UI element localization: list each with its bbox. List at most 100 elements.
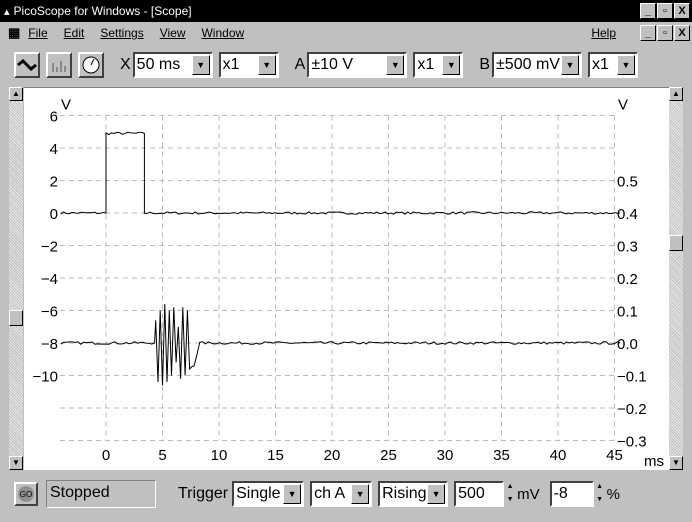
delay-input[interactable]: -8	[549, 481, 594, 507]
scroll-down-icon[interactable]: ▼	[669, 456, 683, 470]
scroll-thumb[interactable]	[9, 310, 23, 326]
menu-edit[interactable]: Edit	[64, 26, 85, 40]
minimize-button[interactable]: _	[640, 3, 656, 19]
app-icon: ▴	[4, 5, 10, 18]
y-left-tick-label: 6	[50, 109, 58, 126]
go-label: GO	[18, 486, 34, 502]
y-left-unit: V	[61, 97, 71, 114]
chevron-down-icon[interactable]: ▼	[442, 55, 461, 75]
menu-settings[interactable]: Settings	[100, 26, 143, 40]
spin-down-icon[interactable]: ▼	[505, 494, 516, 507]
go-button[interactable]: GO	[14, 482, 38, 506]
delay-spinner[interactable]: ▲ ▼	[594, 481, 605, 507]
scroll-up-icon[interactable]: ▲	[9, 87, 23, 101]
channel-a-offset-scrollbar[interactable]: ▲ ▼	[9, 87, 23, 470]
delay-value: -8	[553, 485, 568, 502]
doc-restore-button[interactable]: ▫	[657, 25, 673, 41]
y-right-tick-label: 0.3	[617, 239, 638, 256]
channel-a-multiplier-value: x1	[417, 56, 435, 73]
chevron-down-icon[interactable]: ▼	[351, 484, 370, 504]
y-right-unit: V	[618, 97, 628, 114]
channel-b-range-value: ±500 mV	[496, 56, 560, 73]
threshold-spinner[interactable]: ▲ ▼	[505, 481, 516, 507]
y-left-tick-label: −6	[41, 304, 58, 321]
channel-a-multiplier-select[interactable]: x1 ▼	[413, 52, 464, 78]
waveform-icon	[17, 58, 37, 72]
y-left-tick-label: −8	[41, 336, 58, 353]
menu-file[interactable]: File	[28, 26, 47, 40]
scroll-down-icon[interactable]: ▼	[9, 456, 23, 470]
y-left-tick-label: 4	[50, 141, 58, 158]
menu-bar: ▦ File Edit Settings View Window Help _ …	[0, 22, 692, 44]
x-tick-label: 15	[267, 447, 284, 464]
y-left-tick-label: −4	[41, 271, 58, 288]
x-tick-label: 20	[324, 447, 341, 464]
delay-unit: %	[606, 485, 620, 503]
scroll-thumb[interactable]	[669, 235, 683, 251]
spectrum-icon	[52, 61, 66, 72]
status-text: Stopped	[46, 480, 156, 508]
trigger-channel-value: ch A	[314, 485, 346, 502]
maximize-button[interactable]: ▫	[657, 3, 673, 19]
channel-a-range-select[interactable]: ±10 V ▼	[307, 52, 408, 78]
threshold-input[interactable]: 500	[454, 481, 505, 507]
spin-down-icon[interactable]: ▼	[594, 494, 605, 507]
y-left-tick-label: −10	[33, 369, 58, 386]
x-tick-label: 30	[437, 447, 454, 464]
menu-help[interactable]: Help	[591, 26, 616, 40]
scope-plot: 0 5 10 15 20 25 30 35 40 45 ms6420−2−4−6−8−10V V0.5…	[33, 97, 664, 471]
x-tick-label: 5	[158, 447, 166, 464]
chevron-down-icon[interactable]: ▼	[257, 55, 276, 75]
spin-up-icon[interactable]: ▲	[594, 481, 605, 494]
channel-b-multiplier-select[interactable]: x1 ▼	[588, 52, 639, 78]
x-tick-label: 40	[550, 447, 567, 464]
spin-up-icon[interactable]: ▲	[505, 481, 516, 494]
trigger-mode-select[interactable]: Single ▼	[232, 481, 305, 507]
chevron-down-icon[interactable]: ▼	[561, 55, 580, 75]
close-button[interactable]: X	[674, 3, 690, 19]
channel-b-multiplier-value: x1	[592, 56, 609, 73]
y-right-tick-label: −0.3	[617, 434, 647, 451]
channel-b-label: B	[479, 56, 491, 73]
threshold-value: 500	[458, 485, 485, 502]
x-multiplier-select[interactable]: x1 ▼	[218, 52, 279, 78]
chevron-down-icon[interactable]: ▼	[617, 55, 636, 75]
chevron-down-icon[interactable]: ▼	[283, 484, 302, 504]
chevron-down-icon[interactable]: ▼	[427, 484, 446, 504]
menu-window[interactable]: Window	[201, 26, 244, 40]
trigger-channel-select[interactable]: ch A ▼	[310, 481, 373, 507]
spectrum-mode-button[interactable]	[46, 52, 72, 78]
chevron-down-icon[interactable]: ▼	[191, 55, 210, 75]
scope-view: 0 5 10 15 20 25 30 35 40 45 ms 6 4 2 0 −2 −4 −6 −8 −10 V V 0.5…	[24, 87, 669, 470]
doc-minimize-button[interactable]: _	[640, 25, 656, 41]
scope-mode-button[interactable]	[14, 52, 40, 78]
channel-a-range-value: ±10 V	[311, 56, 354, 73]
trigger-label: Trigger	[178, 485, 229, 502]
x-tick-label: 25	[380, 447, 397, 464]
y-right-tick-label: 0.5	[617, 174, 638, 191]
meter-mode-button[interactable]	[78, 52, 104, 78]
timebase-select[interactable]: 50 ms ▼	[132, 52, 213, 78]
timebase-value: 50 ms	[136, 56, 181, 73]
y-right-tick-label: 0.1	[617, 304, 638, 321]
menu-view[interactable]: View	[160, 26, 186, 40]
meter-icon	[82, 56, 100, 74]
x-multiplier-value: x1	[222, 56, 240, 73]
toolbar: X 50 ms ▼ x1 ▼ A ±10 V ▼ x1 ▼ B ±500 mV ▼ x1 ▼	[0, 44, 692, 86]
x-tick-label: 35	[493, 447, 510, 464]
chevron-down-icon[interactable]: ▼	[386, 55, 405, 75]
doc-close-button[interactable]: X	[674, 25, 690, 41]
y-left-tick-label: 0	[50, 206, 58, 223]
x-tick-label: 0	[102, 447, 110, 464]
title-bar: ▴ PicoScope for Windows - [Scope] _ ▫ X	[0, 0, 692, 22]
y-left-tick-label: −2	[41, 239, 58, 256]
scroll-up-icon[interactable]: ▲	[669, 87, 683, 101]
status-bar: GO Stopped Trigger Single ▼ ch A ▼ Rising ▼…	[0, 478, 692, 510]
trigger-edge-value: Rising	[382, 485, 427, 502]
y-right-tick-label: −0.1	[617, 369, 647, 386]
y-right-tick-label: −0.2	[617, 401, 647, 418]
trigger-edge-select[interactable]: Rising ▼	[378, 481, 449, 507]
channel-b-range-select[interactable]: ±500 mV ▼	[492, 52, 583, 78]
channel-b-offset-scrollbar[interactable]: ▲ ▼	[669, 87, 683, 470]
x-axis-unit: ms	[644, 453, 664, 470]
